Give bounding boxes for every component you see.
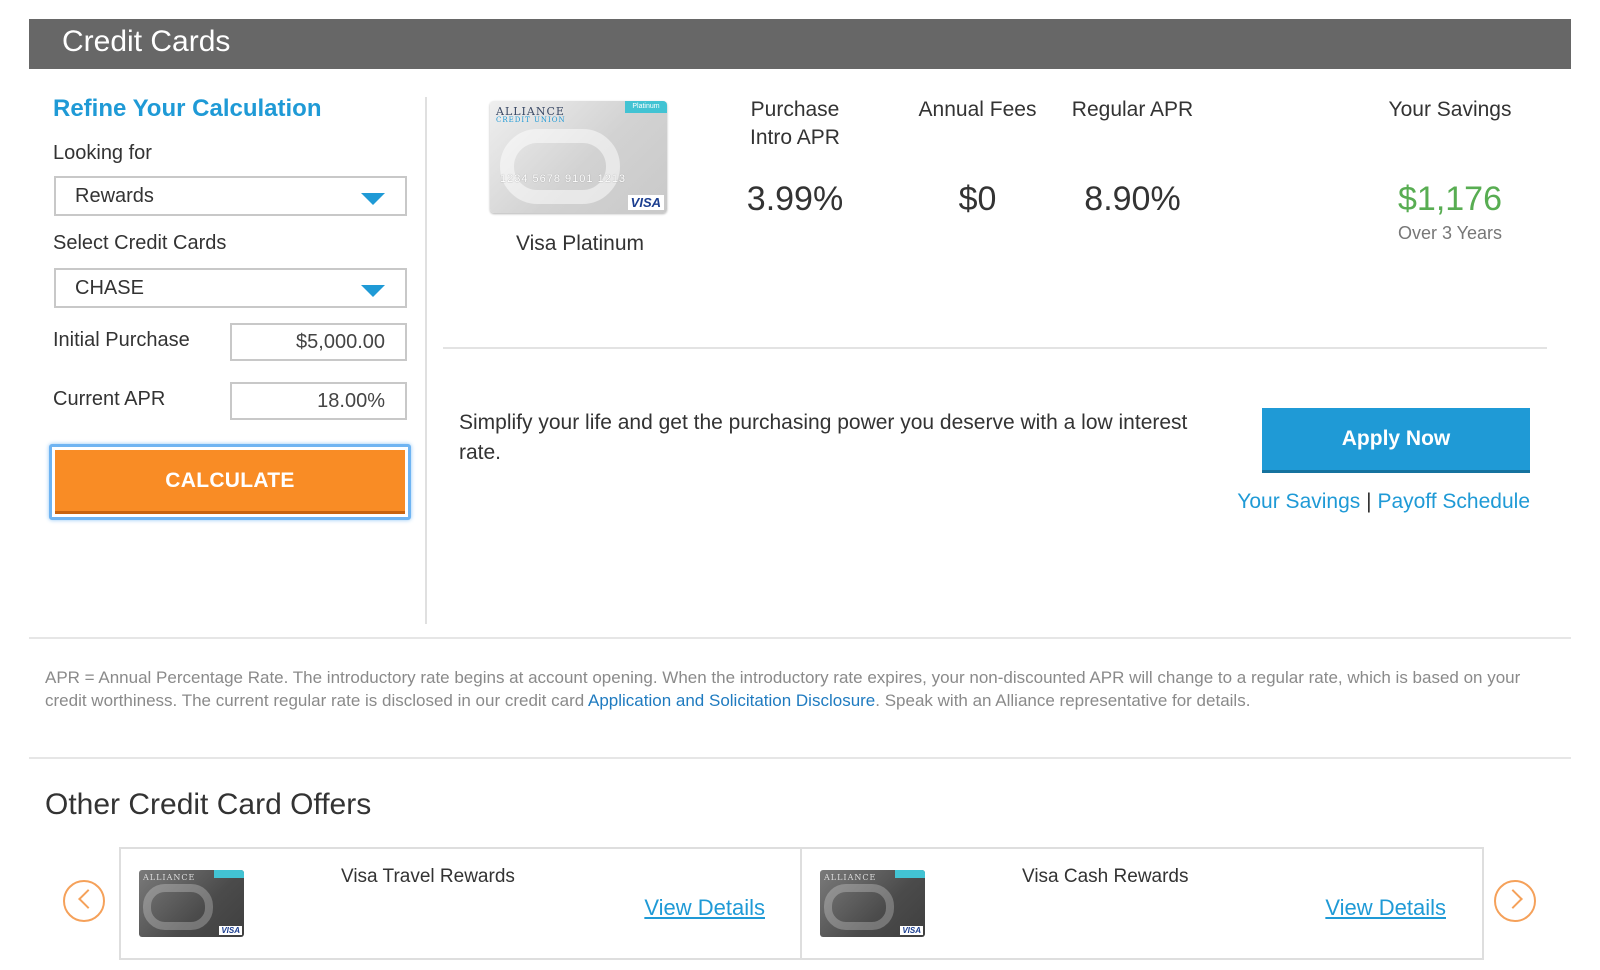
offer-card: ALLIANCE VISA Visa Travel Rewards View D…	[119, 847, 803, 960]
initial-purchase-value: $5,000.00	[296, 331, 385, 353]
offer-card-image: ALLIANCE VISA	[820, 870, 925, 937]
card-image: ALLIANCE CREDIT UNION Platinum 1234 5678 …	[490, 101, 667, 213]
savings-subtext: Over 3 Years	[1397, 223, 1503, 243]
looking-for-select[interactable]: Rewards	[54, 176, 407, 216]
page-header: Credit Cards	[29, 19, 1571, 69]
payoff-schedule-link[interactable]: Payoff Schedule	[1377, 490, 1530, 513]
card-number: 1234 5678 9101 1213	[500, 173, 627, 185]
current-apr-label: Current APR	[53, 388, 166, 410]
calculate-button[interactable]: CALCULATE	[49, 444, 411, 520]
calculate-button-label: CALCULATE	[55, 450, 405, 514]
card-brand: ALLIANCE	[824, 873, 877, 882]
refine-title: Refine Your Calculation	[53, 95, 322, 122]
vertical-divider	[425, 97, 427, 624]
disclaimer-text-end: . Speak with an Alliance representative …	[875, 691, 1251, 710]
savings-heading: Your Savings	[1388, 98, 1512, 121]
card-brand: ALLIANCE CREDIT UNION	[496, 105, 566, 124]
chevron-down-icon	[361, 193, 385, 205]
visa-logo: VISA	[627, 195, 664, 210]
section-divider	[29, 637, 1571, 639]
carousel-prev-button[interactable]	[63, 880, 105, 922]
visa-logo: VISA	[219, 926, 242, 935]
card-description: Simplify your life and get the purchasin…	[459, 411, 1188, 464]
view-details-link[interactable]: View Details	[644, 895, 765, 921]
current-apr-input[interactable]: 18.00%	[230, 382, 407, 420]
card-tag	[214, 870, 244, 878]
card-logo-swirl	[143, 884, 213, 930]
current-apr-value: 18.00%	[317, 390, 385, 412]
apr-disclaimer: APR = Annual Percentage Rate. The introd…	[45, 666, 1555, 712]
card-brand: ALLIANCE	[143, 873, 196, 882]
savings-value: $1,176	[1398, 180, 1502, 218]
intro-apr-heading: Purchase Intro APR	[750, 98, 840, 149]
initial-purchase-label: Initial Purchase	[53, 329, 190, 351]
link-separator: |	[1366, 490, 1372, 513]
card-name: Visa Platinum	[515, 232, 644, 255]
card-tag	[895, 870, 925, 878]
card-logo-swirl	[500, 129, 620, 204]
regular-apr-value: 8.90%	[1084, 180, 1181, 218]
select-cards-label: Select Credit Cards	[53, 232, 227, 254]
looking-for-value: Rewards	[75, 185, 154, 207]
chevron-left-icon	[78, 889, 98, 909]
offer-card: ALLIANCE VISA Visa Cash Rewards View Det…	[800, 847, 1484, 960]
select-cards-select[interactable]: CHASE	[54, 268, 407, 308]
offer-card-image: ALLIANCE VISA	[139, 870, 244, 937]
apply-now-button[interactable]: Apply Now	[1262, 408, 1530, 473]
visa-logo: VISA	[900, 926, 923, 935]
card-logo-swirl	[824, 884, 894, 930]
section-divider	[29, 757, 1571, 759]
chevron-down-icon	[361, 285, 385, 297]
looking-for-label: Looking for	[53, 142, 152, 164]
view-details-link[interactable]: View Details	[1325, 895, 1446, 921]
regular-apr-heading: Regular APR	[1071, 98, 1194, 121]
disclosure-link[interactable]: Application and Solicitation Disclosure	[588, 691, 875, 710]
card-links: Your Savings | Payoff Schedule	[1210, 490, 1530, 514]
card-divider	[443, 347, 1547, 349]
offer-name: Visa Travel Rewards	[341, 866, 515, 887]
your-savings-link[interactable]: Your Savings	[1237, 490, 1360, 513]
chevron-right-icon	[1503, 889, 1523, 909]
card-tag: Platinum	[625, 101, 667, 113]
page-title: Credit Cards	[62, 25, 231, 58]
other-offers-title: Other Credit Card Offers	[45, 788, 372, 821]
offer-name: Visa Cash Rewards	[1022, 866, 1189, 887]
carousel-next-button[interactable]	[1494, 880, 1536, 922]
select-cards-value: CHASE	[75, 277, 144, 299]
intro-apr-value: 3.99%	[746, 180, 844, 218]
initial-purchase-input[interactable]: $5,000.00	[230, 323, 407, 361]
